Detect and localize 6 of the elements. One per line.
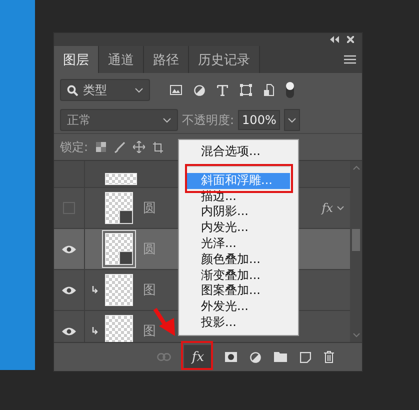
layer-name: 图 xyxy=(143,323,156,340)
layer-name: 图 xyxy=(143,282,156,299)
lock-label: 锁定: xyxy=(60,138,88,156)
layer-name: 圆 xyxy=(143,200,156,217)
layer-name: 圆 xyxy=(143,241,156,258)
opacity-label: 不透明度: xyxy=(182,112,234,128)
